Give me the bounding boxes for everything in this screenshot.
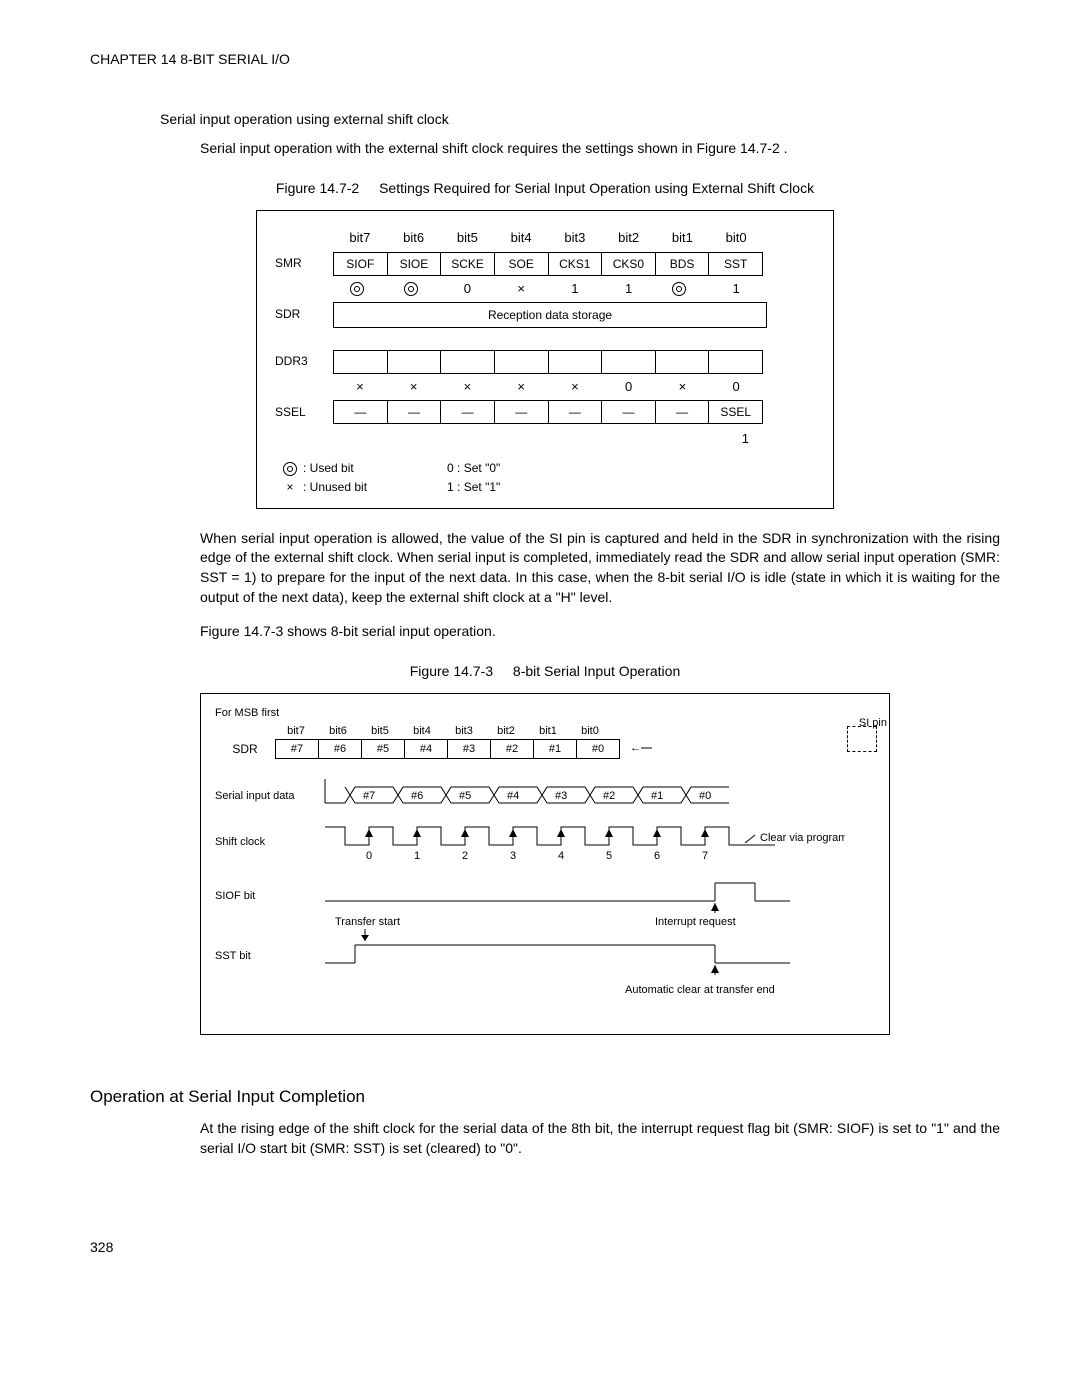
figure2-num: Figure 14.7-3 [410, 663, 493, 679]
section1-body: Serial input operation with the external… [200, 139, 1000, 159]
svg-text:#7: #7 [363, 790, 375, 802]
msb-first-label: For MSB first [215, 706, 875, 721]
smr-label: SMR [275, 255, 333, 272]
shift-clock-label: Shift clock [215, 836, 266, 848]
paragraph2: Figure 14.7-3 shows 8-bit serial input o… [200, 622, 1000, 642]
section2-body: At the rising edge of the shift clock fo… [200, 1119, 1000, 1158]
clear-via-program: Clear via program [760, 832, 845, 844]
svg-text:4: 4 [558, 850, 564, 862]
figure1-num: Figure 14.7-2 [276, 180, 359, 196]
svg-text:#6: #6 [411, 790, 423, 802]
sst-label: SST bit [215, 950, 251, 962]
svg-text:5: 5 [606, 850, 612, 862]
page-number: 328 [90, 1238, 1000, 1258]
si-pin-label: SI pin [859, 716, 887, 731]
section2-title: Operation at Serial Input Completion [90, 1085, 1000, 1109]
siof-label: SIOF bit [215, 890, 255, 902]
auto-clear: Automatic clear at transfer end [625, 984, 775, 996]
figure2-title: 8-bit Serial Input Operation [513, 663, 680, 679]
paragraph1: When serial input operation is allowed, … [200, 529, 1000, 607]
figure2-caption: Figure 14.7-3 8-bit Serial Input Operati… [90, 662, 1000, 682]
svg-text:#1: #1 [651, 790, 663, 802]
ssel-val: 1 [333, 430, 763, 448]
sdr-text: Reception data storage [333, 302, 767, 328]
legend-used: : Used bit [283, 460, 367, 477]
figure1-caption: Figure 14.7-2 Settings Required for Seri… [90, 179, 1000, 199]
svg-text:1: 1 [414, 850, 420, 862]
register-diagram: bit7bit6bit5bit4bit3bit2bit1bit0 SMR SIO… [256, 210, 834, 508]
svg-text:6: 6 [654, 850, 660, 862]
sdr-label: SDR [275, 306, 333, 323]
timing-diagram: For MSB first bit7bit6bit5bit4bit3bit2bi… [200, 693, 890, 1035]
svg-text:#3: #3 [555, 790, 567, 802]
ssel-label: SSEL [275, 404, 333, 421]
svg-text:#2: #2 [603, 790, 615, 802]
interrupt-request: Interrupt request [655, 916, 736, 928]
transfer-start: Transfer start [335, 916, 400, 928]
ddr3-label: DDR3 [275, 353, 333, 370]
figure1-title: Settings Required for Serial Input Opera… [379, 180, 814, 196]
svg-text:#0: #0 [699, 790, 711, 802]
svg-text:3: 3 [510, 850, 516, 862]
legend-unused: ×: Unused bit [283, 479, 367, 496]
t-sdr-label: SDR [215, 741, 275, 758]
svg-text:0: 0 [366, 850, 372, 862]
legend-set0: 0 : Set "0" [447, 460, 500, 477]
svg-text:#5: #5 [459, 790, 471, 802]
svg-text:2: 2 [462, 850, 468, 862]
section1-title: Serial input operation using external sh… [160, 110, 1000, 130]
svg-text:#4: #4 [507, 790, 519, 802]
svg-text:7: 7 [702, 850, 708, 862]
serial-input-label: Serial input data [215, 790, 295, 802]
chapter-header: CHAPTER 14 8-BIT SERIAL I/O [90, 50, 1000, 70]
legend-set1: 1 : Set "1" [447, 479, 500, 496]
